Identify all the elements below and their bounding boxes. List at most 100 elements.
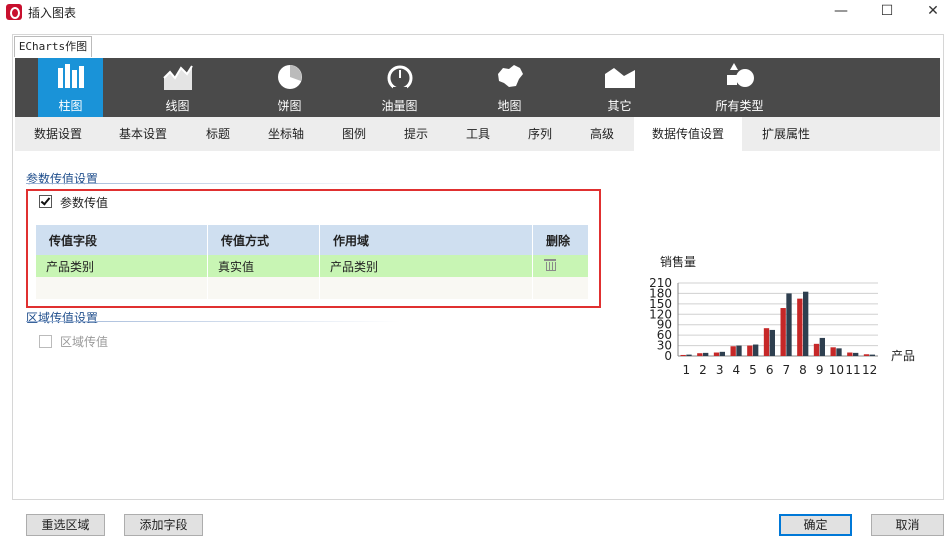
param-section-title: 参数传值设置	[26, 172, 99, 186]
column-header: 删除	[532, 225, 589, 255]
tab-data-settings[interactable]: 数据设置	[23, 117, 93, 151]
bar	[830, 347, 836, 356]
region-passing-label: 区域传值	[60, 335, 109, 349]
bar	[730, 346, 736, 356]
x-axis-title: 产品	[891, 349, 915, 363]
bar	[736, 345, 742, 356]
bar	[863, 354, 870, 356]
param-passing-checkbox[interactable]	[39, 195, 52, 208]
divider	[26, 183, 401, 184]
x-tick-label: 12	[862, 363, 877, 377]
tab-advanced[interactable]: 高级	[579, 117, 625, 151]
column-header: 作用域	[319, 225, 533, 255]
bar	[836, 348, 842, 356]
bar	[769, 329, 775, 356]
tab-tooltip[interactable]: 提示	[393, 117, 439, 151]
column-header: 传值字段	[36, 225, 208, 255]
region-section-title: 区域传值设置	[26, 311, 99, 325]
chart-type-label: 油量图	[381, 99, 418, 113]
bar	[697, 353, 703, 356]
column-header: 传值方式	[207, 225, 320, 255]
tab-data-passing[interactable]: 数据传值设置	[634, 117, 742, 151]
chart-type-pie-chart[interactable]: 饼图	[257, 58, 322, 117]
bar-chart-icon	[57, 64, 84, 88]
chart-type-label: 线图	[165, 99, 190, 113]
chart-type-line-chart[interactable]: 线图	[145, 58, 210, 117]
bar	[803, 291, 809, 356]
x-tick-label: 3	[716, 363, 724, 377]
chart-type-bar-chart[interactable]: 柱图	[38, 58, 103, 117]
tab-tools[interactable]: 工具	[455, 117, 501, 151]
chart-type-label: 饼图	[277, 99, 302, 113]
bar	[753, 344, 759, 356]
title-bar: 插入图表 — ☐ ✕	[0, 0, 949, 24]
x-tick-label: 9	[816, 363, 824, 377]
pie-chart-icon	[277, 65, 302, 89]
tab-axis[interactable]: 坐标轴	[258, 117, 314, 151]
x-tick-label: 7	[783, 363, 791, 377]
bar	[819, 337, 825, 356]
cell-method[interactable]: 真实值	[207, 255, 320, 277]
cell-scope[interactable]: 产品类别	[319, 255, 533, 277]
line-chart-icon	[162, 65, 193, 90]
chart-type-label: 地图	[497, 99, 522, 113]
x-tick-label: 11	[845, 363, 860, 377]
bar	[686, 354, 692, 356]
cell-delete	[532, 255, 589, 277]
x-tick-label: 8	[799, 363, 807, 377]
bar	[747, 345, 753, 356]
other-chart-icon	[604, 68, 635, 88]
maximize-button[interactable]: ☐	[864, 0, 910, 24]
table-header-row: 传值字段 传值方式 作用域 删除	[36, 225, 589, 255]
add-field-button[interactable]: 添加字段	[124, 514, 203, 536]
cell-field[interactable]: 产品类别	[36, 255, 208, 277]
divider	[26, 321, 401, 322]
ok-button[interactable]: 确定	[779, 514, 852, 536]
x-tick-label: 4	[733, 363, 741, 377]
bar	[713, 352, 720, 356]
bar	[786, 293, 792, 356]
chart-type-all[interactable]: 所有类型	[697, 58, 782, 117]
param-passing-label: 参数传值	[60, 196, 109, 210]
app-logo-icon	[6, 4, 22, 20]
tab-series[interactable]: 序列	[517, 117, 563, 151]
y-tick-label: 210	[649, 276, 672, 290]
bar	[719, 351, 725, 356]
chart-type-label: 所有类型	[715, 99, 764, 113]
all-types-icon	[726, 63, 754, 87]
bar	[797, 298, 803, 356]
tab-extended-props[interactable]: 扩展属性	[753, 117, 819, 151]
x-tick-label: 1	[683, 363, 691, 377]
x-tick-label: 2	[699, 363, 707, 377]
chart-type-gauge[interactable]: 油量图	[367, 58, 432, 117]
x-tick-label: 6	[766, 363, 774, 377]
map-icon	[497, 65, 523, 87]
preview-bar-chart: 销售量 产品 03060901201501802101 2 3 4 5 6 7 8 9 10 11 1…	[649, 254, 915, 377]
close-button[interactable]: ✕	[910, 0, 949, 24]
x-tick-label: 10	[829, 363, 844, 377]
bar	[847, 352, 853, 356]
table-row-empty	[36, 277, 589, 299]
window-title: 插入图表	[28, 6, 77, 20]
tab-basic-settings[interactable]: 基本设置	[108, 117, 178, 151]
minimize-button[interactable]: —	[818, 0, 864, 24]
cancel-button[interactable]: 取消	[871, 514, 944, 536]
bar	[853, 352, 859, 356]
tab-title[interactable]: 标题	[195, 117, 241, 151]
reselect-region-button[interactable]: 重选区域	[26, 514, 105, 536]
chart-type-other[interactable]: 其它	[587, 58, 652, 117]
chart-type-map[interactable]: 地图	[477, 58, 542, 117]
bar	[703, 352, 709, 356]
table-row[interactable]: 产品类别 真实值 产品类别	[36, 255, 589, 277]
region-passing-checkbox[interactable]	[39, 335, 52, 348]
bar	[780, 308, 786, 356]
gauge-icon	[387, 65, 412, 92]
settings-tabs: 数据设置 基本设置 标题 坐标轴 图例 提示 工具 序列 高级 数据传值设置 扩…	[15, 117, 940, 151]
trash-icon[interactable]	[544, 259, 556, 271]
bar	[813, 343, 820, 356]
chart-type-bar: 柱图 线图 饼图 油量图 地图 其它 所有类型	[15, 58, 940, 117]
chart-type-label: 其它	[607, 99, 632, 113]
y-axis-title: 销售量	[660, 254, 696, 269]
tab-echarts[interactable]: ECharts作图	[14, 36, 92, 57]
tab-legend[interactable]: 图例	[331, 117, 377, 151]
